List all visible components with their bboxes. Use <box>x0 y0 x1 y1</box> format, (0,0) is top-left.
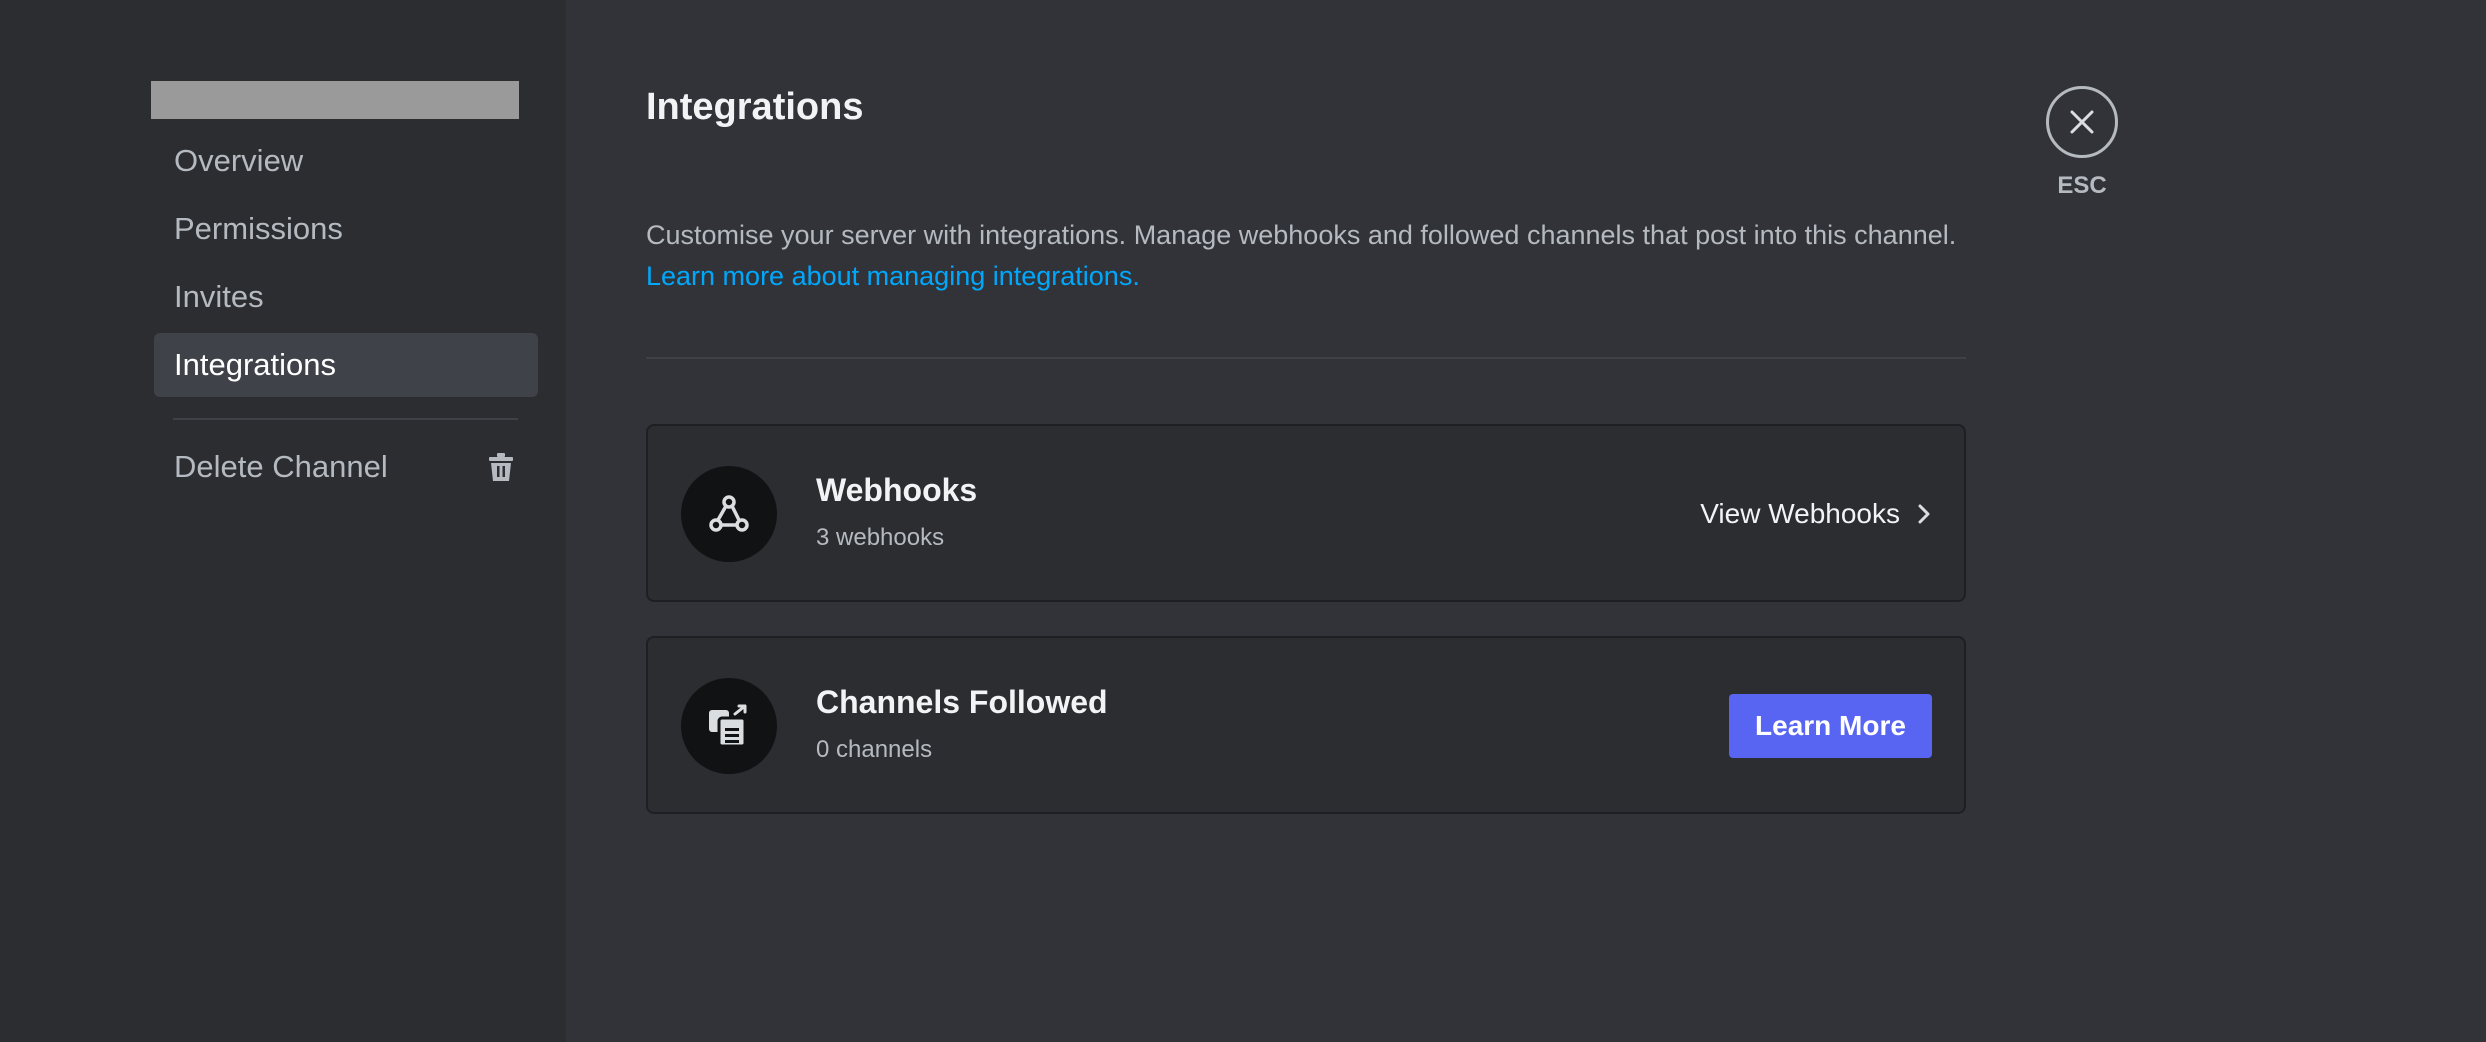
page-title: Integrations <box>646 86 864 128</box>
section-divider <box>646 357 1966 359</box>
sidebar-item-permissions[interactable]: Permissions <box>154 197 538 261</box>
description-text: Customise your server with integrations.… <box>646 220 1957 250</box>
sidebar-item-integrations[interactable]: Integrations <box>154 333 538 397</box>
settings-sidebar: Overview Permissions Invites Integration… <box>0 0 566 1042</box>
channels-followed-title: Channels Followed <box>816 684 1108 720</box>
delete-channel-label: Delete Channel <box>174 449 388 484</box>
integrations-description: Customise your server with integrations.… <box>646 215 1986 297</box>
chevron-right-icon <box>1918 504 1930 524</box>
close-icon <box>2070 110 2094 134</box>
sidebar-item-overview[interactable]: Overview <box>154 129 538 193</box>
webhooks-title: Webhooks <box>816 472 978 508</box>
channels-followed-count: 0 channels <box>816 736 933 763</box>
sidebar-item-invites[interactable]: Invites <box>154 265 538 329</box>
view-webhooks-label: View Webhooks <box>1700 498 1900 529</box>
esc-label: ESC <box>2057 172 2107 199</box>
channels-followed-card: Channels Followed 0 channels Learn More <box>646 636 1966 814</box>
view-webhooks-button[interactable]: View Webhooks <box>1700 498 1930 530</box>
webhooks-card: Webhooks 3 webhooks View Webhooks <box>646 424 1966 602</box>
learn-more-button[interactable]: Learn More <box>1729 694 1932 758</box>
channel-follow-icon <box>681 678 777 774</box>
learn-more-integrations-link[interactable]: Learn more about managing integrations. <box>646 261 1140 291</box>
channel-settings: Overview Permissions Invites Integration… <box>0 0 2486 1042</box>
close-control: ESC <box>2046 86 2118 200</box>
sidebar-item-label: Invites <box>174 279 264 314</box>
webhook-icon <box>681 466 777 562</box>
sidebar-divider <box>173 418 518 420</box>
channel-name-redacted <box>151 81 519 119</box>
webhooks-count: 3 webhooks <box>816 524 945 551</box>
sidebar-item-label: Permissions <box>174 211 343 246</box>
delete-channel-button[interactable]: Delete Channel <box>154 435 538 499</box>
close-button[interactable] <box>2046 86 2118 158</box>
sidebar-item-label: Integrations <box>174 347 336 382</box>
trash-icon <box>488 453 514 481</box>
sidebar-item-label: Overview <box>174 143 304 178</box>
